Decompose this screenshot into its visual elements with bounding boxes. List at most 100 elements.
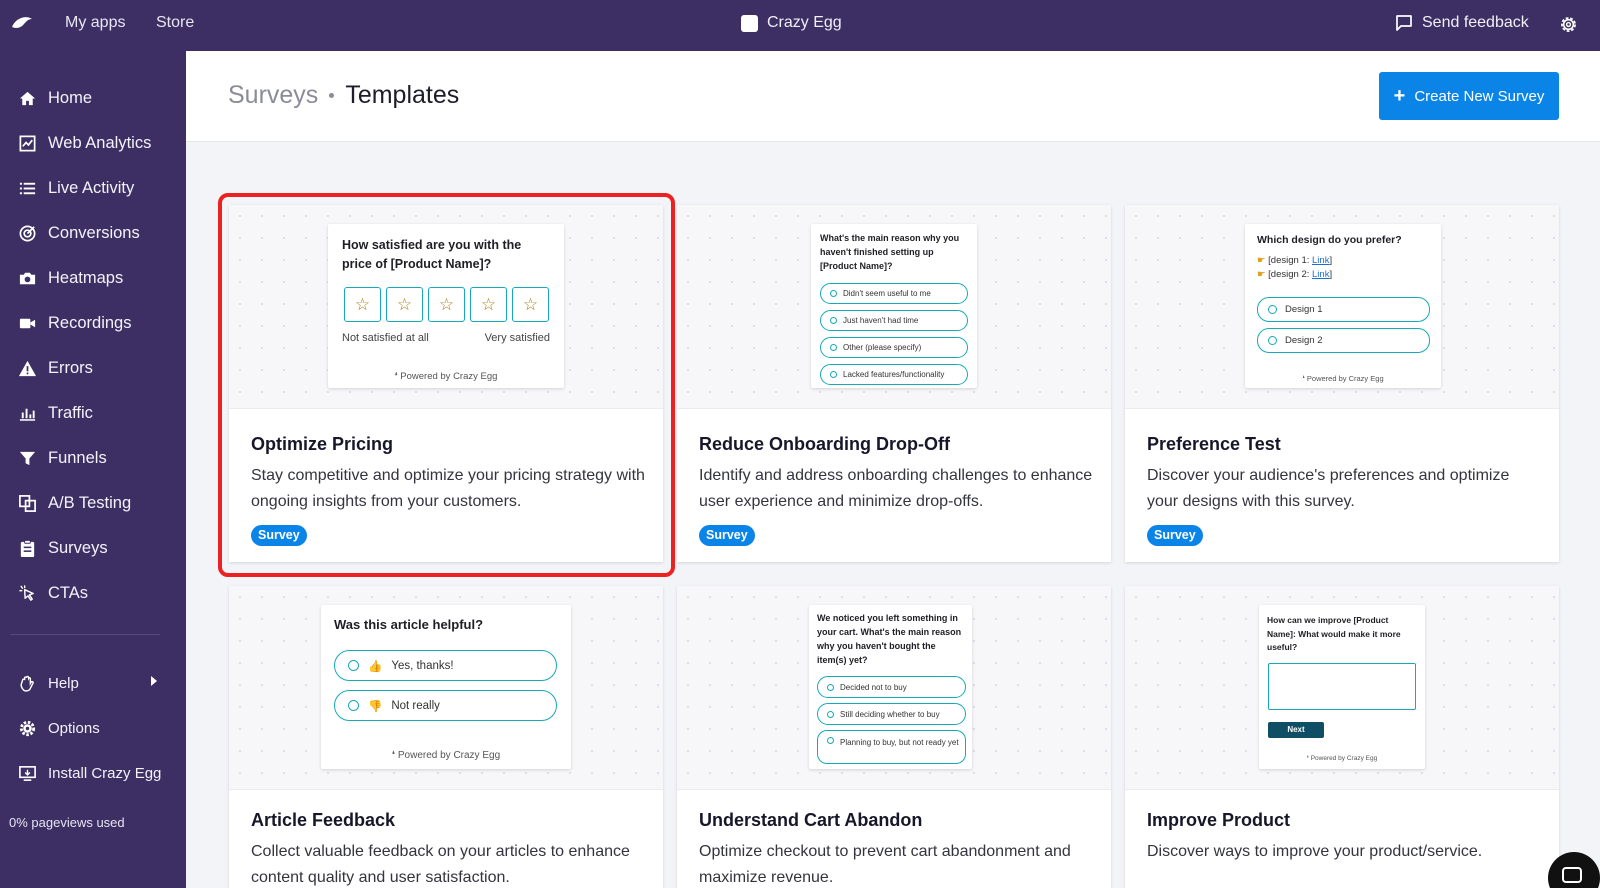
top-bar: My apps Store Crazy Egg Send feedback (0, 0, 1600, 51)
preview-option-label: Design 2 (1285, 335, 1323, 346)
sidebar-item-heatmaps[interactable]: Heatmaps (18, 266, 123, 290)
sidebar-item-ctas[interactable]: CTAs (18, 581, 88, 605)
sidebar-item-traffic[interactable]: Traffic (18, 401, 93, 425)
card-description: Optimize checkout to prevent cart abando… (699, 843, 1071, 886)
preview-option: 👎 Not really (334, 690, 557, 721)
preview-option: Still deciding whether to buy (817, 703, 966, 725)
sidebar-divider (10, 634, 160, 635)
egg-icon: ❛ (391, 750, 396, 761)
sidebar-item-home[interactable]: Home (18, 86, 92, 110)
survey-preview-widget: What's the main reason why you haven't f… (811, 224, 977, 388)
app-switcher[interactable]: Crazy Egg (741, 14, 842, 32)
powered-by-label: Powered by Crazy Egg (1306, 374, 1384, 383)
template-card-preference-test[interactable]: Which design do you prefer? ☛ [design 1:… (1125, 205, 1559, 562)
card-description: Discover your audience's preferences and… (1147, 467, 1510, 510)
send-feedback-button[interactable]: Send feedback (1395, 14, 1529, 32)
survey-preview-widget: We noticed you left something in your ca… (809, 605, 972, 769)
card-description: Identify and address onboarding challeng… (699, 467, 1093, 510)
star-icon: ☆ (512, 287, 549, 322)
breadcrumb: Surveys Templates (228, 81, 459, 110)
template-card-reduce-onboarding[interactable]: What's the main reason why you haven't f… (677, 205, 1111, 562)
sidebar-item-install[interactable]: Install Crazy Egg (18, 761, 161, 785)
radio-icon (827, 683, 834, 691)
sidebar-item-label: Live Activity (48, 178, 135, 197)
template-preview: What's the main reason why you haven't f… (677, 205, 1111, 409)
app-icon (741, 14, 758, 32)
funnel-icon (19, 451, 36, 465)
star-icon: ☆ (470, 287, 507, 322)
my-apps-link[interactable]: My apps (65, 14, 125, 32)
sidebar-item-label: A/B Testing (48, 493, 132, 512)
template-card-optimize-pricing[interactable]: How satisfied are you with the price of … (229, 205, 663, 562)
preview-option: Other (please specify) (820, 337, 968, 358)
clipboard-icon (20, 539, 35, 557)
sidebar-item-label: Recordings (48, 313, 132, 332)
card-title: Understand Cart Abandon (699, 810, 923, 830)
design-1-link[interactable]: Link (1312, 255, 1329, 266)
pointer-icon (19, 584, 34, 601)
gear-icon[interactable] (1558, 14, 1579, 35)
sidebar-item-help[interactable]: Help (18, 671, 79, 695)
template-card-improve-product[interactable]: How can we improve [Product Name]: What … (1125, 586, 1559, 888)
preview-option-label: Lacked features/functionality (843, 370, 945, 379)
survey-badge: Survey (251, 525, 307, 546)
preview-option: Design 1 (1257, 297, 1430, 322)
hand-wave-icon (20, 675, 34, 692)
create-new-survey-button[interactable]: + Create New Survey (1379, 72, 1559, 120)
survey-preview-widget: Which design do you prefer? ☛ [design 1:… (1245, 224, 1441, 388)
design-2-link[interactable]: Link (1312, 269, 1329, 280)
powered-by: ❛ Powered by Crazy Egg (321, 750, 571, 761)
preview-option-label: Not really (391, 699, 440, 712)
sidebar-item-options[interactable]: Options (18, 716, 100, 740)
sidebar-item-funnels[interactable]: Funnels (18, 446, 107, 470)
template-card-cart-abandon[interactable]: We noticed you left something in your ca… (677, 586, 1111, 888)
store-link[interactable]: Store (156, 14, 194, 32)
preview-option: Decided not to buy (817, 676, 966, 698)
survey-badge: Survey (699, 525, 755, 546)
camera-icon (19, 272, 36, 284)
template-card-article-feedback[interactable]: Was this article helpful? 👍 Yes, thanks! … (229, 586, 663, 888)
crazy-egg-logo-icon[interactable] (10, 14, 34, 34)
preview-option: Planning to buy, but not ready yet (817, 730, 966, 764)
pointing-hand-icon: ☛ (1257, 269, 1266, 280)
egg-icon: ❛ (1302, 374, 1305, 383)
preview-option: 👍 Yes, thanks! (334, 650, 557, 681)
gear-icon (19, 720, 36, 736)
breadcrumb-surveys[interactable]: Surveys (228, 81, 318, 110)
sidebar-item-conversions[interactable]: Conversions (18, 221, 140, 245)
sidebar-item-label: Errors (48, 358, 93, 377)
rating-low-label: Not satisfied at all (342, 332, 429, 344)
card-title: Improve Product (1147, 810, 1291, 830)
survey-badge: Survey (1147, 525, 1203, 546)
install-icon (19, 765, 36, 781)
preview-option-label: Design 1 (1285, 304, 1323, 315)
page-header: Surveys Templates + Create New Survey (186, 51, 1600, 142)
powered-by: ❛ Powered by Crazy Egg (1259, 754, 1425, 762)
sidebar-item-errors[interactable]: Errors (18, 356, 93, 380)
chat-icon (1396, 15, 1412, 31)
card-description: Stay competitive and optimize your prici… (251, 467, 645, 510)
chevron-right-icon[interactable] (151, 676, 157, 686)
design-1-line: ☛ [design 1: Link] (1257, 255, 1332, 266)
preview-question: What's the main reason why you haven't f… (820, 233, 960, 271)
radio-icon (348, 700, 359, 711)
preview-option-label: Decided not to buy (840, 682, 907, 692)
radio-icon (348, 660, 359, 671)
sidebar-item-web-analytics[interactable]: Web Analytics (18, 131, 151, 155)
sidebar-item-surveys[interactable]: Surveys (18, 536, 108, 560)
preview-option-label: Other (please specify) (843, 343, 922, 352)
design-2-prefix: [design 2: (1268, 269, 1313, 280)
sidebar-item-ab-testing[interactable]: A/B Testing (18, 491, 131, 515)
radio-icon (827, 710, 834, 718)
preview-question: Was this article helpful? (334, 617, 484, 632)
list-icon (19, 182, 36, 194)
preview-question: Which design do you prefer? (1257, 234, 1402, 246)
star-icon: ☆ (428, 287, 465, 322)
template-preview: How can we improve [Product Name]: What … (1125, 586, 1559, 790)
design-2-line: ☛ [design 2: Link] (1257, 269, 1332, 280)
preview-option: Design 2 (1257, 328, 1430, 353)
pointing-hand-icon: ☛ (1257, 255, 1266, 266)
sidebar-item-live-activity[interactable]: Live Activity (18, 176, 134, 200)
template-preview: Which design do you prefer? ☛ [design 1:… (1125, 205, 1559, 409)
sidebar-item-recordings[interactable]: Recordings (18, 311, 131, 335)
